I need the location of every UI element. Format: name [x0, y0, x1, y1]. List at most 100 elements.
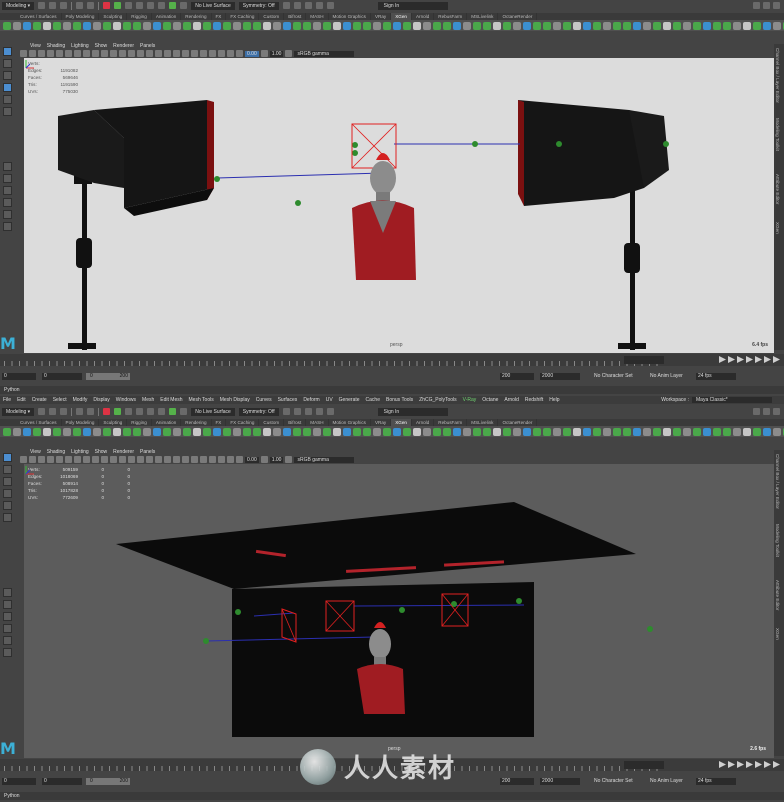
- textured-icon[interactable]: [146, 50, 153, 57]
- smooth-shade-icon[interactable]: [128, 50, 135, 57]
- shelf-tool-icon[interactable]: [153, 427, 161, 436]
- shelf-tool-icon[interactable]: [553, 427, 561, 436]
- side-tab[interactable]: XGen: [775, 628, 780, 640]
- start-time-field[interactable]: 0: [2, 778, 36, 785]
- shelf-tool-icon[interactable]: [533, 21, 541, 30]
- panel-menu-item[interactable]: View: [30, 449, 41, 455]
- panel-menu-item[interactable]: Panels: [140, 449, 155, 455]
- select-object-icon[interactable]: [114, 2, 122, 9]
- shelf-tool-icon[interactable]: [633, 21, 641, 30]
- shelf-tool-icon[interactable]: [143, 21, 151, 30]
- play-forward-icon[interactable]: [746, 761, 753, 768]
- shelf-tool-icon[interactable]: [43, 21, 51, 30]
- shelf-tool-icon[interactable]: [653, 21, 661, 30]
- shelf-tool-icon[interactable]: [733, 21, 741, 30]
- shelf-tool-icon[interactable]: [733, 427, 741, 436]
- safe-title-icon[interactable]: [110, 456, 117, 463]
- menu-item[interactable]: Create: [32, 397, 47, 403]
- shelf-tool-icon[interactable]: [653, 427, 661, 436]
- rotate-tool-icon[interactable]: [2, 95, 12, 104]
- antialias-icon[interactable]: [191, 456, 198, 463]
- shelf-tool-icon[interactable]: [603, 21, 611, 30]
- textured-icon[interactable]: [146, 456, 153, 463]
- shelf-tool-icon[interactable]: [743, 21, 751, 30]
- resolution-gate-icon[interactable]: [74, 50, 81, 57]
- four-view-icon[interactable]: [2, 600, 12, 609]
- channel-box-icon[interactable]: [773, 2, 780, 9]
- shelf-tool-icon[interactable]: [143, 427, 151, 436]
- shelf-tool-icon[interactable]: [463, 21, 471, 30]
- shelf-tool-icon[interactable]: [53, 427, 61, 436]
- play-back-icon[interactable]: [737, 356, 744, 363]
- shelf-tool-icon[interactable]: [103, 427, 111, 436]
- shelf-tool-icon[interactable]: [53, 21, 61, 30]
- perspective-viewport[interactable]: Verts: Edges: 1191082 Faces: 569646 Tris: 1191…: [24, 58, 774, 353]
- character-set-field[interactable]: No Character Set: [592, 778, 642, 785]
- shelf-tool-icon[interactable]: [663, 21, 671, 30]
- shelf-tool-icon[interactable]: [273, 21, 281, 30]
- shelf-tool-icon[interactable]: [543, 427, 551, 436]
- shelf-tool-icon[interactable]: [563, 427, 571, 436]
- ambient-occlusion-icon[interactable]: [173, 456, 180, 463]
- shelf-tool-icon[interactable]: [33, 427, 41, 436]
- shelf-tool-icon[interactable]: [753, 427, 761, 436]
- shelf-tool-icon[interactable]: [43, 427, 51, 436]
- snap-curve-icon[interactable]: [147, 408, 155, 415]
- construction-history-icon[interactable]: [282, 2, 290, 9]
- shelf-tool-icon[interactable]: [113, 21, 121, 30]
- shelf-tool-icon[interactable]: [393, 427, 401, 436]
- loop-icon[interactable]: [773, 356, 780, 363]
- graph-editor-layout-icon[interactable]: [2, 624, 12, 633]
- shelf-tool-icon[interactable]: [223, 427, 231, 436]
- exposure-field[interactable]: 0.00: [245, 50, 259, 57]
- shelf-tool-icon[interactable]: [33, 21, 41, 30]
- lights-icon[interactable]: [155, 50, 162, 57]
- shelf-tab[interactable]: Sculpting: [99, 419, 128, 426]
- shelf-tool-icon[interactable]: [763, 21, 771, 30]
- hypershade-icon[interactable]: [326, 408, 334, 415]
- shelf-tool-icon[interactable]: [413, 21, 421, 30]
- shelf-tool-icon[interactable]: [23, 21, 31, 30]
- shelf-tool-icon[interactable]: [163, 427, 171, 436]
- image-plane-icon[interactable]: [47, 50, 54, 57]
- go-start-icon[interactable]: [719, 761, 726, 768]
- graph-editor-layout-icon[interactable]: [2, 198, 12, 207]
- shelf-tool-icon[interactable]: [673, 21, 681, 30]
- playback-end-field[interactable]: 200: [500, 778, 534, 785]
- shelf-tool-icon[interactable]: [473, 427, 481, 436]
- shelf-tool-icon[interactable]: [163, 21, 171, 30]
- shelf-tool-icon[interactable]: [243, 427, 251, 436]
- shelf-tool-icon[interactable]: [523, 21, 531, 30]
- shelf-tool-icon[interactable]: [83, 427, 91, 436]
- shelf-tab[interactable]: Animation: [152, 419, 182, 426]
- four-view-icon[interactable]: [2, 174, 12, 183]
- shelf-tool-icon[interactable]: [723, 427, 731, 436]
- shelf-tool-icon[interactable]: [573, 427, 581, 436]
- select-tool-icon[interactable]: [2, 47, 12, 56]
- shelf-tool-icon[interactable]: [173, 427, 181, 436]
- shelf-tool-icon[interactable]: [23, 427, 31, 436]
- shelf-tool-icon[interactable]: [183, 21, 191, 30]
- isolate-select-icon[interactable]: [200, 50, 207, 57]
- attribute-editor-icon[interactable]: [763, 2, 770, 9]
- shelf-tool-icon[interactable]: [403, 427, 411, 436]
- shelf-tool-icon[interactable]: [773, 21, 781, 30]
- shelf-tool-icon[interactable]: [763, 427, 771, 436]
- paint-select-icon[interactable]: [2, 71, 12, 80]
- exposure-icon[interactable]: [236, 50, 243, 57]
- shelf-tool-icon[interactable]: [583, 21, 591, 30]
- menu-item[interactable]: Mesh: [142, 397, 154, 403]
- step-back-icon[interactable]: [728, 761, 735, 768]
- menu-item[interactable]: Surfaces: [278, 397, 298, 403]
- wireframe-icon[interactable]: [119, 456, 126, 463]
- shelf-tool-icon[interactable]: [273, 427, 281, 436]
- shelf-tool-icon[interactable]: [623, 427, 631, 436]
- ambient-occlusion-icon[interactable]: [173, 50, 180, 57]
- step-forward-icon[interactable]: [755, 356, 762, 363]
- menu-item[interactable]: File: [3, 397, 11, 403]
- shelf-tool-icon[interactable]: [463, 427, 471, 436]
- shelf-tool-icon[interactable]: [153, 21, 161, 30]
- ipr-render-icon[interactable]: [304, 408, 312, 415]
- shelf-tool-icon[interactable]: [393, 21, 401, 30]
- shelf-tool-icon[interactable]: [303, 427, 311, 436]
